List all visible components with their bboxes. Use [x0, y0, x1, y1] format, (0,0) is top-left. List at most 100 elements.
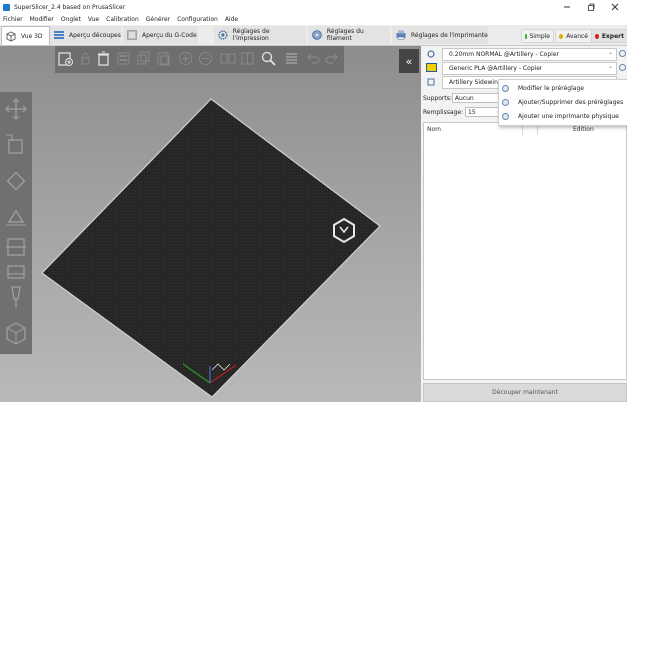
layers-editing-button[interactable]	[283, 50, 300, 67]
supports-row: Supports: Aucun	[423, 93, 504, 103]
hollow-icon[interactable]	[3, 320, 29, 346]
printer-icon	[396, 30, 406, 40]
sla-support-icon[interactable]	[3, 284, 29, 310]
trash-icon	[98, 51, 109, 66]
gcode-icon	[127, 30, 137, 40]
app-icon	[3, 3, 10, 11]
mode-label: Expert	[601, 32, 624, 40]
menu-aide[interactable]: Aide	[222, 16, 242, 23]
close-icon	[611, 3, 619, 11]
plus-circle-icon	[179, 52, 192, 65]
menu-vue[interactable]: Vue	[85, 16, 103, 23]
undo-icon	[307, 53, 320, 64]
mode-simple[interactable]: Simple	[521, 29, 554, 43]
slice-button-label: Découper maintenant	[492, 389, 558, 396]
mode-avance[interactable]: Avancé	[555, 29, 592, 43]
print-bed	[41, 98, 381, 398]
rotate-icon[interactable]	[3, 168, 29, 194]
menu-fichier[interactable]: Fichier	[0, 16, 27, 23]
mode-label: Simple	[529, 32, 551, 40]
filament-preset-row: Generic PLA @Artillery - Copier ⌄	[423, 62, 626, 75]
arrange-icon	[117, 52, 130, 65]
menu-modifier[interactable]: Modifier	[27, 16, 58, 23]
add-instance-button[interactable]	[177, 50, 194, 67]
move-icon[interactable]	[3, 96, 29, 122]
cut-icon[interactable]	[3, 234, 29, 260]
object-list[interactable]: Nom Édition	[423, 122, 627, 380]
tab-vue-3d[interactable]: Vue 3D	[1, 26, 50, 45]
delete-all-button[interactable]	[95, 50, 112, 67]
tab-label: Réglages du filament	[326, 28, 364, 42]
filament-preset-select[interactable]: Generic PLA @Artillery - Copier ⌄	[442, 62, 617, 75]
add-object-icon	[58, 52, 73, 66]
place-on-face-icon[interactable]	[3, 204, 29, 230]
arrange-button[interactable]	[115, 50, 132, 67]
col-header-edit: Édition	[573, 126, 594, 133]
layers-edit-icon	[286, 53, 297, 64]
3d-viewport[interactable]: «	[0, 46, 421, 402]
tab-apercu-gcode[interactable]: Aperçu du G-Code	[123, 26, 198, 44]
add-button[interactable]	[57, 50, 74, 67]
split-parts-button[interactable]	[239, 50, 256, 67]
gizmo-toolbar	[0, 92, 32, 354]
gear-icon	[218, 30, 228, 40]
paste-button[interactable]	[155, 50, 172, 67]
menu-calibration[interactable]: Calibration	[103, 16, 143, 23]
copy-icon	[137, 51, 150, 65]
supports-select[interactable]: Aucun	[451, 93, 504, 103]
add-remove-presets-icon	[502, 98, 509, 106]
menu-item-label: Ajouter/Supprimer des préréglages	[518, 98, 624, 106]
menu-item-add-remove-presets[interactable]: Ajouter/Supprimer des préréglages	[502, 96, 623, 108]
menu-bar: Fichier Modifier Onglet Vue Calibration …	[0, 14, 627, 25]
menu-onglet[interactable]: Onglet	[58, 16, 85, 23]
menu-item-label: Modifier le préréglage	[518, 84, 584, 92]
print-preset-value: 0.20mm NORMAL @Artillery - Copier	[449, 51, 559, 58]
remove-instance-button[interactable]	[197, 50, 214, 67]
split-parts-icon	[241, 52, 254, 65]
chevron-down-icon: ⌄	[607, 63, 613, 70]
minimize-button[interactable]	[555, 0, 579, 14]
tab-bar: Vue 3D Aperçu découpes Aperçu du G-Code …	[0, 25, 627, 46]
minus-circle-icon	[199, 52, 212, 65]
filament-color-swatch[interactable]	[426, 63, 437, 72]
print-preset-select[interactable]: 0.20mm NORMAL @Artillery - Copier ⌄	[442, 48, 617, 61]
undo-button[interactable]	[305, 50, 322, 67]
col-header-name: Nom	[427, 126, 442, 133]
menu-item-add-physical-printer[interactable]: Ajouter une imprimante physique	[502, 110, 619, 122]
maximize-button[interactable]	[579, 0, 603, 14]
search-icon	[261, 51, 276, 66]
tab-apercu-decoupes[interactable]: Aperçu découpes	[50, 26, 121, 44]
window-controls	[555, 0, 627, 14]
filament-preset-gear-icon[interactable]	[619, 64, 626, 71]
menu-item-edit-preset[interactable]: Modifier le préréglage	[502, 82, 584, 94]
lock-button[interactable]	[77, 50, 94, 67]
scale-icon[interactable]	[3, 132, 29, 158]
slice-now-button[interactable]: Découper maintenant	[423, 383, 627, 402]
chevron-down-icon: ⌄	[607, 49, 613, 56]
add-physical-printer-icon	[502, 112, 509, 120]
print-preset-gear-icon[interactable]	[619, 50, 626, 57]
redo-button[interactable]	[323, 50, 340, 67]
print-settings-icon	[427, 50, 435, 58]
spool-icon	[312, 30, 322, 40]
tab-reglages-filament[interactable]: Réglages du filament	[308, 26, 390, 44]
infill-label: Remplissage:	[423, 108, 464, 116]
search-button[interactable]	[260, 50, 277, 67]
paint-supports-icon[interactable]	[3, 260, 29, 286]
close-button[interactable]	[603, 0, 627, 14]
restore-icon	[588, 3, 595, 11]
lock-icon	[81, 53, 90, 65]
tab-reglages-impression[interactable]: Réglages de l'impression	[214, 26, 306, 44]
tab-label: Réglages de l'imprimante	[411, 31, 488, 39]
copy-button[interactable]	[135, 50, 152, 67]
mode-expert[interactable]: Expert	[591, 29, 627, 43]
cube-icon	[6, 31, 16, 42]
menu-generer[interactable]: Générer	[143, 16, 174, 23]
edit-preset-icon	[502, 84, 509, 92]
collapse-sidebar-button[interactable]: «	[399, 49, 419, 73]
split-objects-button[interactable]	[219, 50, 236, 67]
window-title: SuperSlicer_2.4 based on PrusaSlicer	[14, 3, 126, 11]
menu-configuration[interactable]: Configuration	[174, 16, 222, 23]
title-bar: SuperSlicer_2.4 based on PrusaSlicer	[0, 0, 627, 14]
tab-reglages-imprimante[interactable]: Réglages de l'imprimante	[392, 26, 488, 44]
